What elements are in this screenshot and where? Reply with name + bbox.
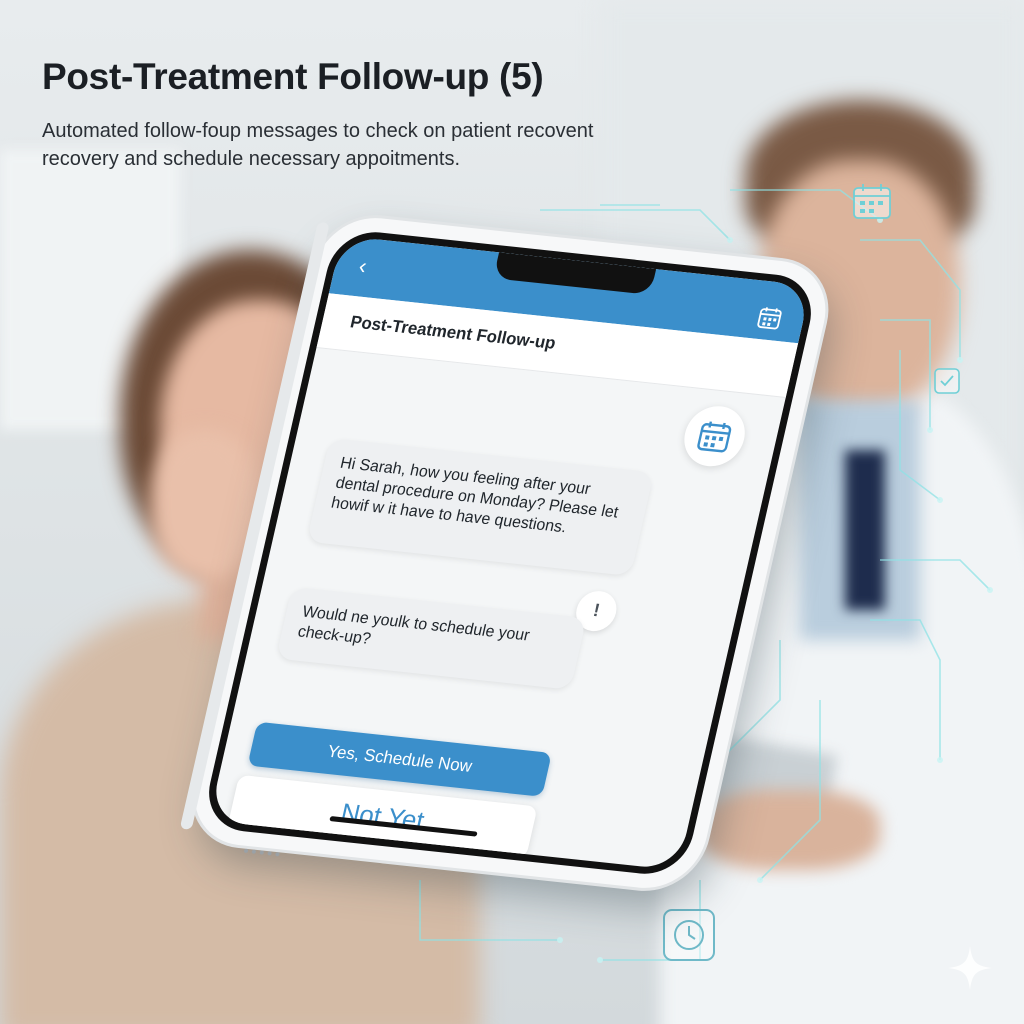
scene: Post-Treatment Follow-up (5) Automated f…: [0, 0, 1024, 1024]
alert-icon: !: [591, 599, 602, 621]
screen-title: Post-Treatment Follow-up: [348, 312, 558, 353]
page-description: Automated follow-foup messages to check …: [42, 120, 594, 170]
calendar-avatar: [678, 403, 751, 470]
message-bubble: Hi Sarah, how you feeling after your den…: [306, 438, 655, 577]
floating-clock-icon: [663, 909, 715, 961]
page-title: Post-Treatment Follow-up (5): [42, 56, 544, 97]
chevron-left-icon[interactable]: ‹: [357, 253, 384, 280]
floating-calendar-icon: [853, 184, 891, 219]
floating-check-icon: [934, 368, 960, 394]
calendar-icon[interactable]: [755, 305, 784, 331]
sparkle-icon: [948, 946, 992, 990]
calendar-icon: [697, 421, 732, 453]
message-bubble: Would ne youlk to schedule your check-up…: [275, 586, 587, 690]
